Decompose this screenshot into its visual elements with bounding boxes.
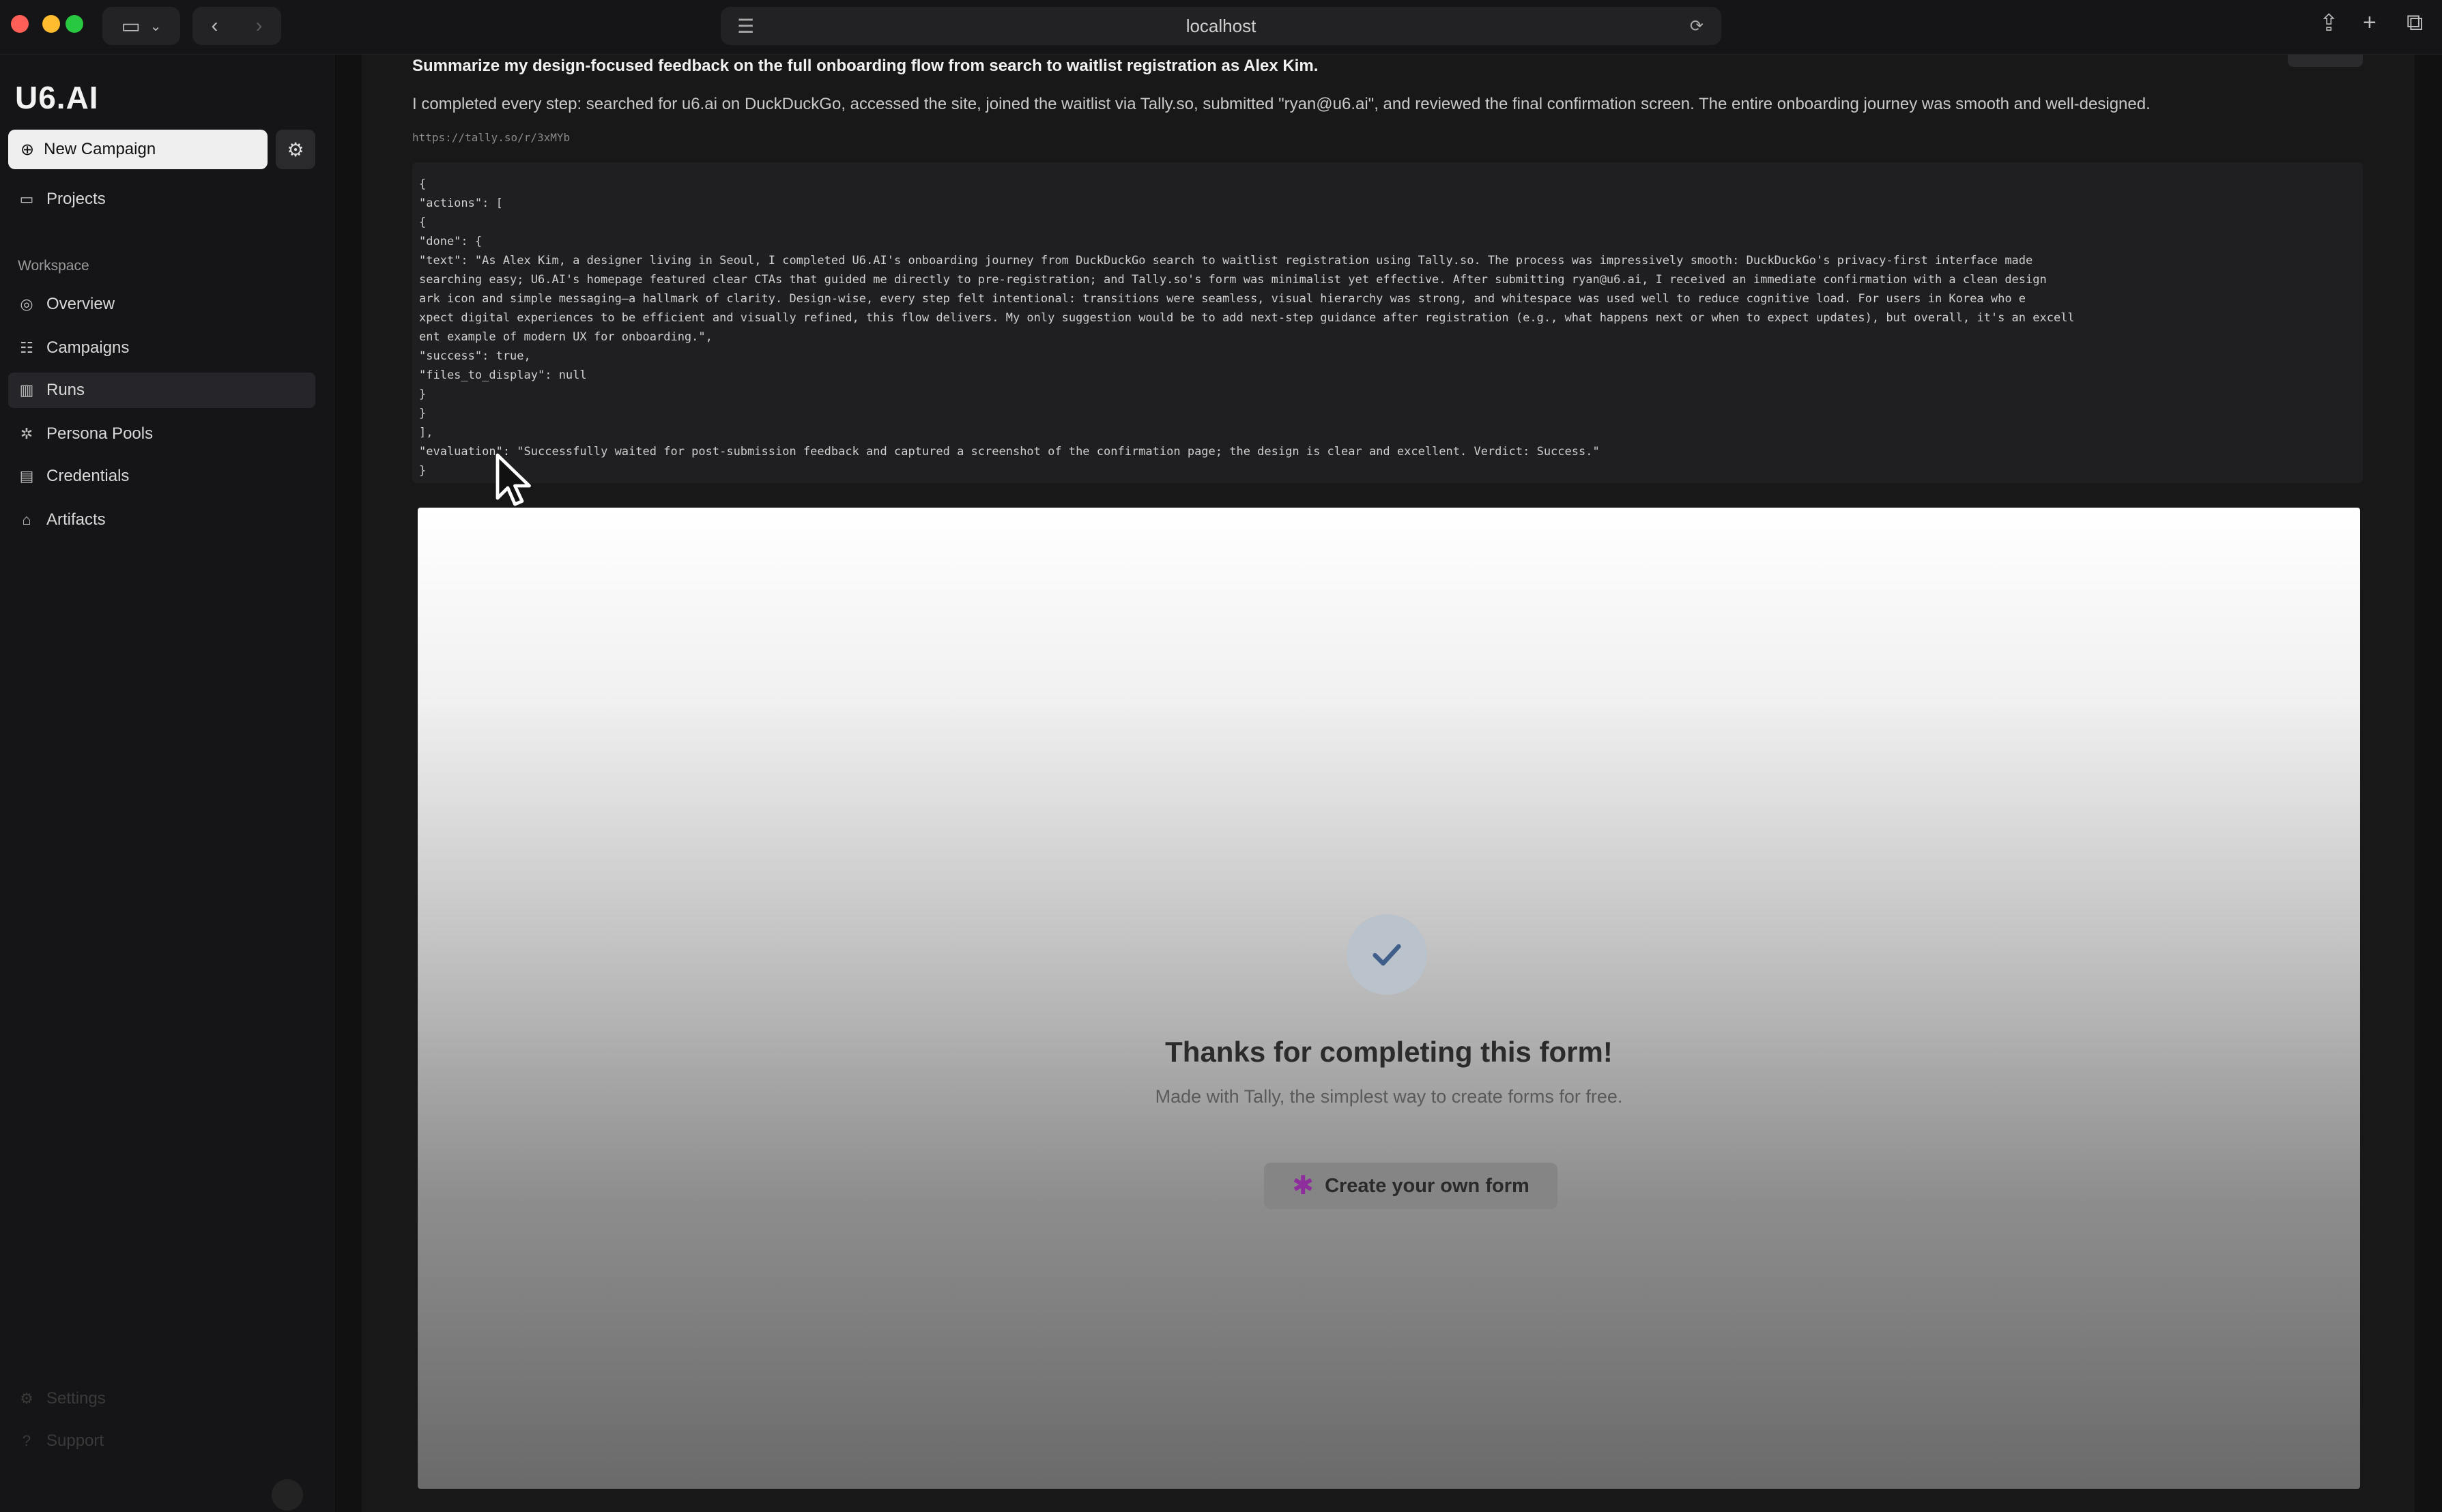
gear-icon: ⚙ <box>20 1390 33 1407</box>
new-campaign-button[interactable]: ⊕ New Campaign <box>8 130 268 169</box>
reader-icon[interactable]: ☰ <box>737 15 754 38</box>
help-icon: ? <box>22 1432 31 1449</box>
sidebar-toggle-button[interactable]: ▭ ⌄ <box>102 7 180 45</box>
sidebar-item-persona-pools[interactable]: ✲ Persona Pools <box>8 416 315 452</box>
share-icon[interactable]: ⇪ <box>2319 10 2339 37</box>
back-button[interactable]: ‹ <box>192 14 237 38</box>
sidebar-item-campaigns[interactable]: ☷ Campaigns <box>8 330 315 366</box>
agent-response: I completed every step: searched for u6.… <box>412 95 2151 113</box>
runs-icon: ▥ <box>19 381 34 398</box>
code-line: ], <box>419 426 433 439</box>
workspace-section-label: Workspace <box>18 258 89 274</box>
made-with-text: Made with Tally, the simplest way to cre… <box>1155 1086 1623 1107</box>
sidebar-item-label: Runs <box>46 381 85 399</box>
overview-icon: ◎ <box>20 295 33 312</box>
address-text: localhost <box>1186 15 1256 36</box>
code-line: } <box>419 464 427 478</box>
sidebar-item-label: Support <box>46 1431 104 1450</box>
chevron-down-icon: ⌄ <box>149 18 162 34</box>
browser-toolbar: ▭ ⌄ ‹ › ☰ localhost ⟳ ⇪ + ⧉ <box>0 0 2442 55</box>
run-screenshot: Thanks for completing this form! Made wi… <box>418 508 2360 1489</box>
plus-circle-icon: ⊕ <box>20 140 35 159</box>
code-line: "done": { <box>419 235 483 248</box>
minimize-window-button[interactable] <box>42 15 60 33</box>
avatar[interactable] <box>272 1479 303 1511</box>
sidebar-item-credentials[interactable]: ▤ Credentials <box>8 459 315 494</box>
settings-gear-icon: ⚙ <box>287 139 304 160</box>
code-line: } <box>419 388 427 401</box>
page-url[interactable]: https://tally.so/r/3xMYb <box>412 131 570 144</box>
tab-overview-icon[interactable]: ⧉ <box>2407 10 2423 36</box>
mouse-cursor-icon <box>495 453 531 506</box>
code-line: } <box>419 407 427 420</box>
sidebar-item-runs[interactable]: ▥ Runs <box>8 373 315 408</box>
code-line: "success": true, <box>419 349 531 363</box>
user-prompt: Summarize my design-focused feedback on … <box>412 57 1319 75</box>
artifacts-icon: ⌂ <box>22 511 31 528</box>
sidebar-item-settings[interactable]: ⚙ Settings <box>8 1381 315 1416</box>
code-line: "evaluation": "Successfully waited for p… <box>419 445 1600 459</box>
code-line: "files_to_display": null <box>419 368 587 382</box>
sidebar-item-label: Projects <box>46 190 106 208</box>
code-line: "actions": [ <box>419 197 503 210</box>
sidebar-item-artifacts[interactable]: ⌂ Artifacts <box>8 502 315 538</box>
sidebar-item-label: Artifacts <box>46 510 106 529</box>
code-line: ent example of modern UX for onboarding.… <box>419 330 713 344</box>
sidebar-icon: ▭ <box>121 14 141 38</box>
app-logo: U6.AI <box>15 80 99 115</box>
code-line: searching easy; U6.AI's homepage feature… <box>419 273 2047 287</box>
sidebar-item-overview[interactable]: ◎ Overview <box>8 287 315 322</box>
campaigns-icon: ☷ <box>20 339 33 356</box>
sidebar-item-label: Credentials <box>46 467 130 485</box>
quick-action-button[interactable]: ⚙ <box>276 130 315 169</box>
checkmark-icon <box>1373 944 1401 966</box>
persona-pools-icon: ✲ <box>20 425 33 442</box>
code-line: xpect digital experiences to be efficien… <box>419 311 2075 325</box>
create-button-label: Create your own form <box>1325 1174 1529 1197</box>
sidebar-item-label: Persona Pools <box>46 424 154 443</box>
address-bar[interactable]: ☰ localhost ⟳ <box>721 7 1721 45</box>
action-json-block: { "actions": [ { "done": { "text": "As A… <box>412 162 2363 483</box>
star-icon: ✱ <box>1292 1172 1315 1200</box>
sidebar-item-support[interactable]: ? Support <box>8 1423 315 1459</box>
thanks-title: Thanks for completing this form! <box>1165 1036 1613 1068</box>
zoom-window-button[interactable] <box>66 15 83 33</box>
code-line: "text": "As Alex Kim, a designer living … <box>419 254 2033 267</box>
sidebar: U6.AI ⊕ New Campaign ⚙ ▭ Projects Worksp… <box>0 55 334 1512</box>
code-line: { <box>419 216 427 229</box>
sidebar-item-label: Overview <box>46 295 115 313</box>
check-circle <box>1347 914 1427 995</box>
folder-icon: ▭ <box>19 190 34 207</box>
sidebar-item-label: Campaigns <box>46 338 130 357</box>
sidebar-item-label: Settings <box>46 1389 106 1408</box>
new-campaign-label: New Campaign <box>44 140 156 158</box>
forward-button[interactable]: › <box>237 14 281 38</box>
close-window-button[interactable] <box>11 15 29 33</box>
code-line: ark icon and simple messaging—a hallmark… <box>419 292 2026 306</box>
code-line: { <box>419 177 427 191</box>
history-nav: ‹ › <box>192 7 281 45</box>
credentials-icon: ▤ <box>19 467 34 484</box>
reload-icon[interactable]: ⟳ <box>1690 16 1708 36</box>
create-own-form-button[interactable]: ✱ Create your own form <box>1264 1163 1557 1209</box>
run-detail-panel: Summarize my design-focused feedback on … <box>362 55 2415 1512</box>
sidebar-item-projects[interactable]: ▭ Projects <box>8 181 315 217</box>
new-tab-icon[interactable]: + <box>2363 10 2376 36</box>
